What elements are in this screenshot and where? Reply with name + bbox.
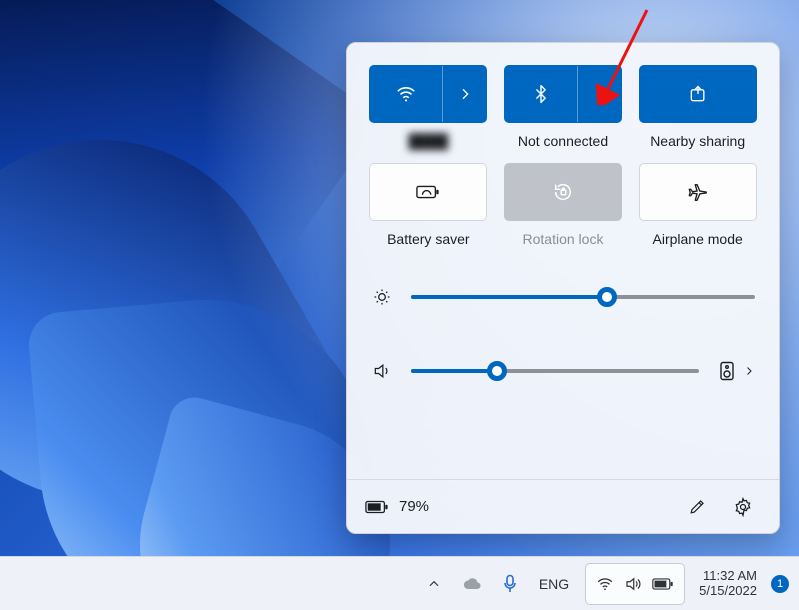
nearby-sharing-label: Nearby sharing [650,133,745,149]
notification-badge[interactable]: 1 [771,575,789,593]
rotation-lock-tile[interactable] [504,163,622,221]
brightness-slider[interactable] [411,295,755,299]
volume-slider[interactable] [411,369,699,373]
battery-icon [652,577,674,591]
date-text: 5/15/2022 [699,584,757,599]
volume-row [371,353,755,389]
system-tray-group[interactable] [585,563,685,605]
wifi-icon [395,83,417,105]
chevron-right-icon [591,86,607,102]
onedrive-button[interactable] [459,571,485,597]
airplane-mode-label: Airplane mode [653,231,743,247]
cloud-icon [462,577,482,591]
chevron-up-icon [427,577,441,591]
speaker-device-icon [719,361,735,381]
sliders-section [369,287,757,389]
wifi-icon [596,575,614,593]
panel-footer: 79% [347,479,779,533]
tray-expand-button[interactable] [421,571,447,597]
tile-grid: ████ Not connected Nearby sharing [369,65,757,247]
microphone-button[interactable] [497,571,523,597]
audio-output-button[interactable] [717,353,737,389]
time-text: 11:32 AM [703,569,757,584]
volume-icon [624,575,642,593]
microphone-icon [502,574,518,594]
brightness-icon [371,287,393,307]
gear-icon [733,497,753,517]
wifi-toggle[interactable] [370,66,442,122]
chevron-right-icon [457,86,473,102]
settings-button[interactable] [725,489,761,525]
quick-settings-panel: ████ Not connected Nearby sharing [346,42,780,534]
pencil-icon [688,497,707,516]
battery-percent[interactable]: 79% [399,498,429,515]
battery-saver-label: Battery saver [387,231,469,247]
share-icon [688,84,708,104]
brightness-fill [411,295,607,299]
battery-icon [365,499,389,515]
wifi-label: ████ [408,133,448,149]
volume-thumb[interactable] [487,361,507,381]
brightness-thumb[interactable] [597,287,617,307]
volume-icon [371,361,393,381]
brightness-row [371,287,755,307]
rotation-lock-icon [552,181,574,203]
rotation-lock-label: Rotation lock [523,231,604,247]
volume-fill [411,369,497,373]
taskbar: ENG 11:32 AM 5/15/2022 1 [0,556,799,610]
nearby-sharing-tile[interactable] [639,65,757,123]
bluetooth-label: Not connected [518,133,608,149]
clock[interactable]: 11:32 AM 5/15/2022 [697,569,759,599]
battery-saver-tile[interactable] [369,163,487,221]
chevron-right-icon[interactable] [743,365,755,377]
battery-saver-icon [416,183,440,201]
language-indicator[interactable]: ENG [535,576,573,592]
bluetooth-tile[interactable] [504,65,622,123]
bluetooth-toggle[interactable] [505,66,577,122]
edit-button[interactable] [679,489,715,525]
airplane-icon [687,181,709,203]
wifi-expand[interactable] [442,66,486,122]
airplane-mode-tile[interactable] [639,163,757,221]
wifi-tile[interactable] [369,65,487,123]
bluetooth-icon [531,84,551,104]
bluetooth-expand[interactable] [577,66,621,122]
